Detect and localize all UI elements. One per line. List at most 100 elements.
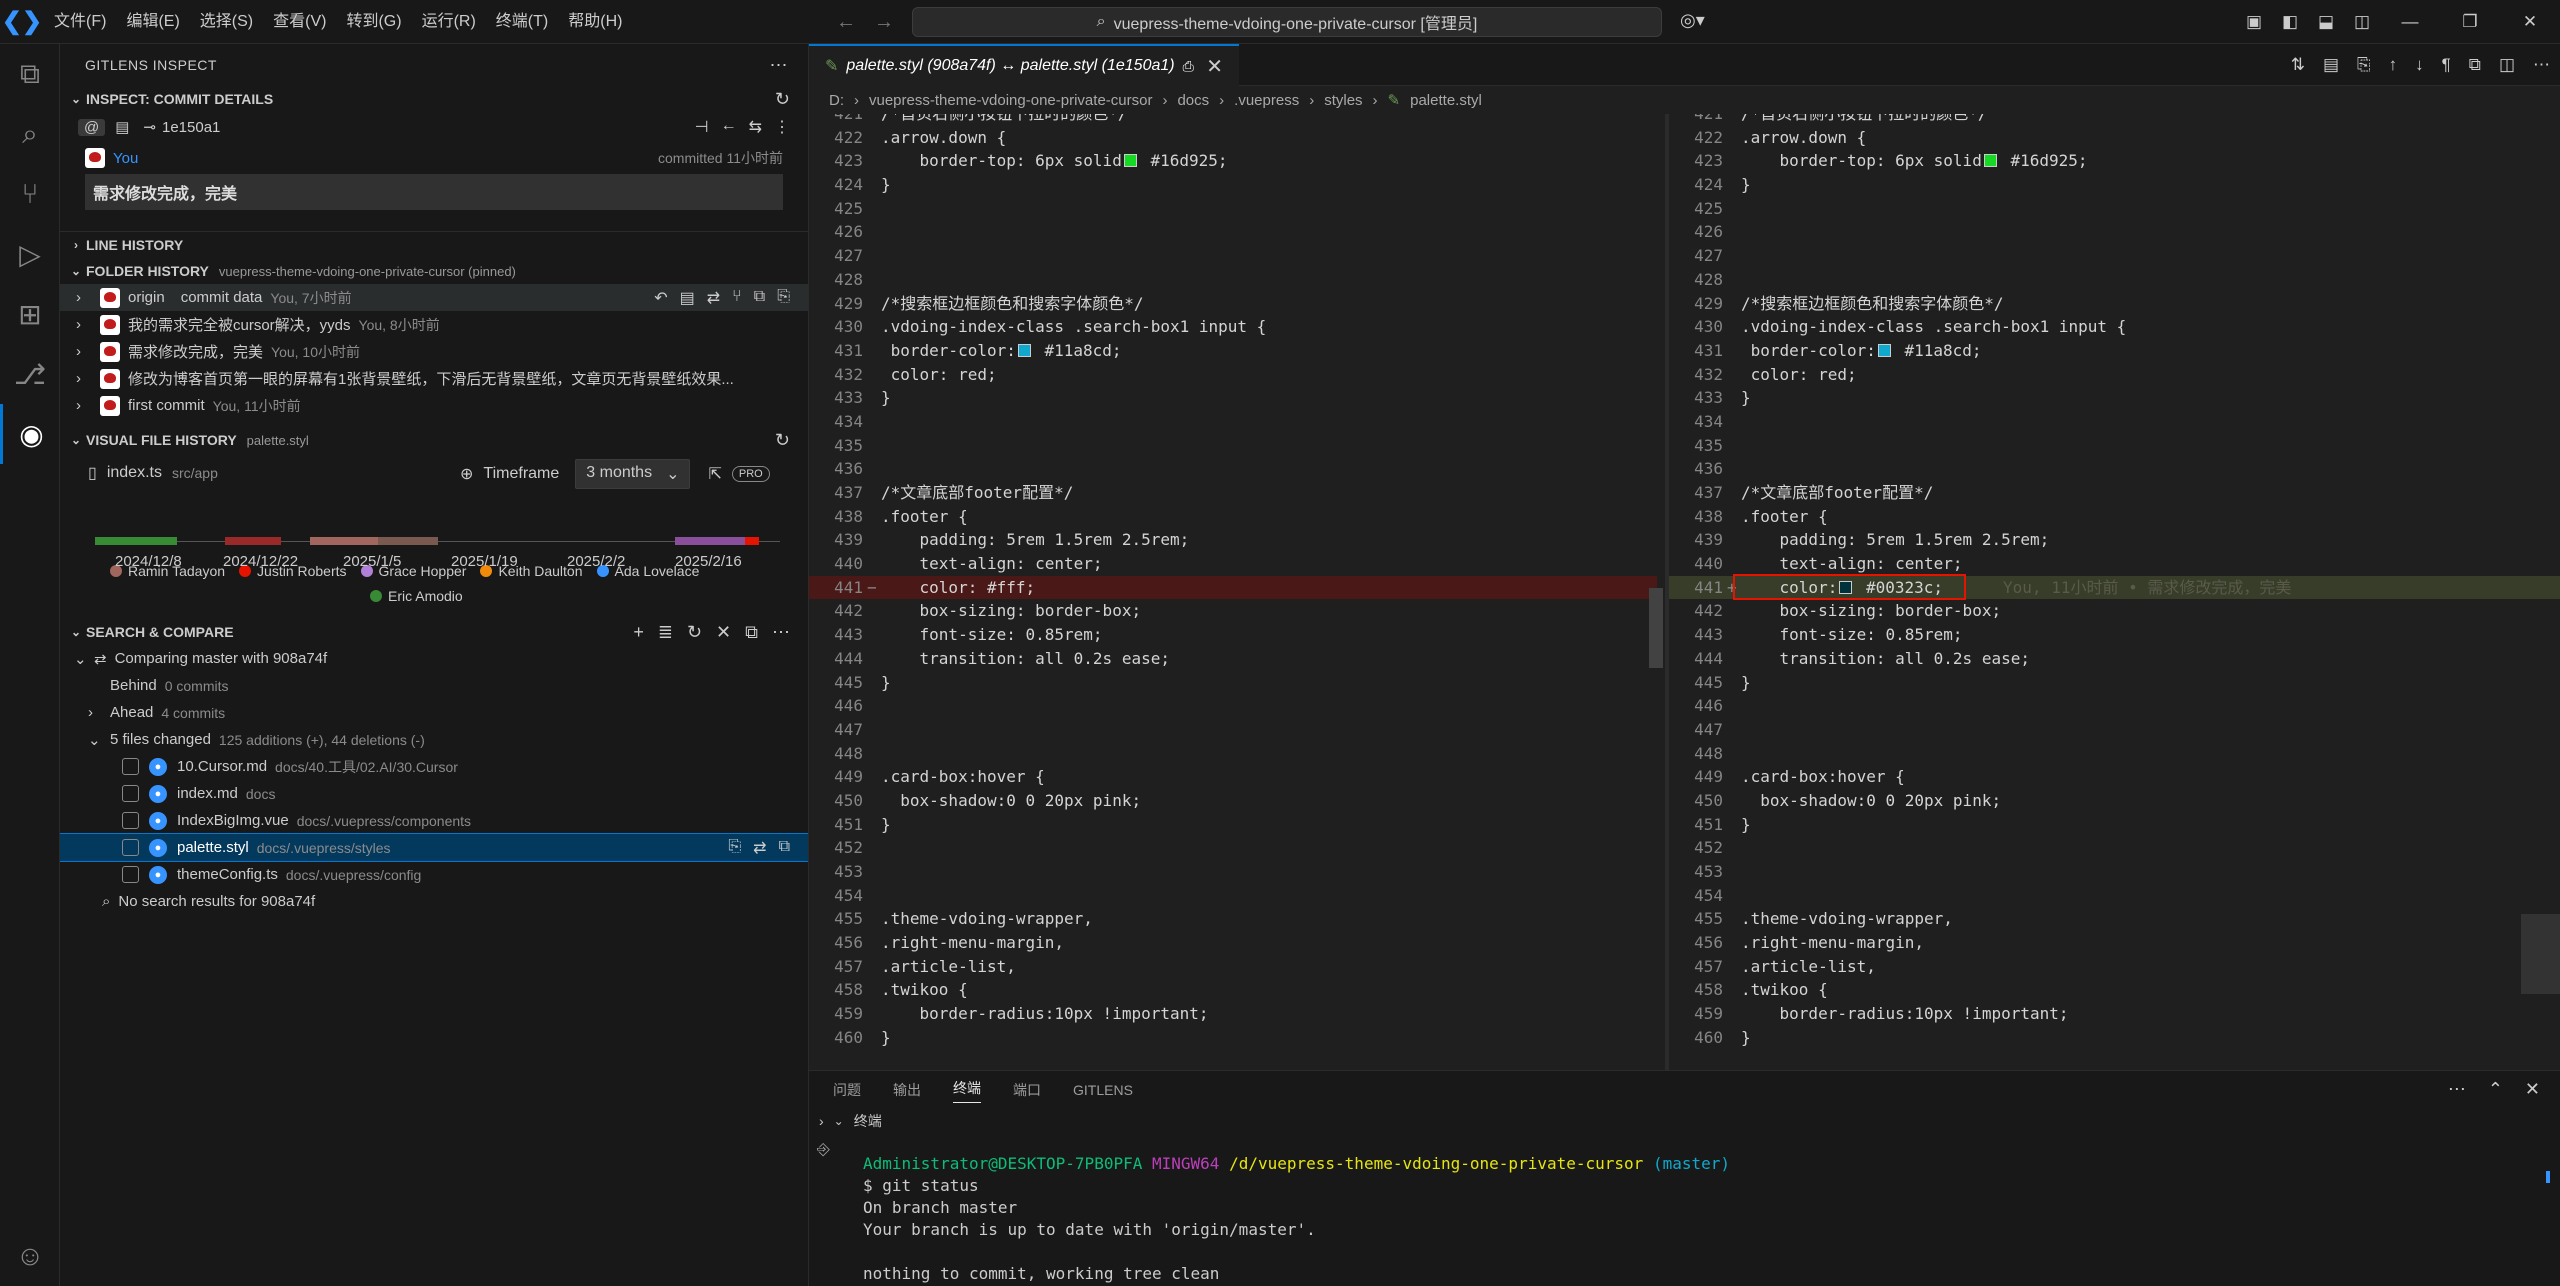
open-external-icon[interactable]: ⇱ — [708, 464, 721, 484]
visual-history-header[interactable]: ⌄ VISUAL FILE HISTORY palette.styl ↻ — [60, 427, 808, 453]
breadcrumb-item[interactable]: .vuepress — [1234, 92, 1299, 109]
pin-icon[interactable]: ⊣ — [695, 117, 709, 137]
explorer-icon[interactable]: ⧉ — [0, 44, 60, 104]
list-view-icon[interactable]: ≣ — [658, 622, 673, 643]
color-swatch[interactable] — [1983, 154, 1997, 168]
close-window-icon[interactable]: ✕ — [2500, 12, 2560, 32]
panel-tab[interactable]: 终端 — [953, 1078, 981, 1103]
changed-file-row[interactable]: ● palette.styl docs/.vuepress/styles ⎘ ⇄ ⧉ — [60, 833, 808, 862]
open-changes-icon[interactable]: ⎘ — [728, 838, 741, 858]
refresh-icon[interactable]: ↻ — [775, 89, 790, 110]
commit-sha[interactable]: 1e150a1 — [162, 119, 220, 136]
menu-item[interactable]: 文件(F) — [44, 0, 116, 44]
menu-item[interactable]: 终端(T) — [486, 0, 558, 44]
changed-file-row[interactable]: ● 10.Cursor.md docs/40.工具/02.AI/30.Cursor — [60, 753, 808, 780]
folder-history-item[interactable]: › origin commit data You, 7小时前 ↶ ▤ ⇄ ⑂ ⧉ ⎘ — [60, 284, 808, 311]
open-changes-icon[interactable]: ⇅ — [2291, 55, 2305, 75]
breadcrumb-item[interactable]: palette.styl — [1410, 92, 1482, 109]
more-icon[interactable]: ⋮ — [774, 117, 790, 137]
behind-row[interactable]: Behind 0 commits — [60, 672, 808, 699]
previous-change-icon[interactable]: ↑ — [2389, 55, 2398, 75]
file-checkbox[interactable] — [122, 758, 139, 775]
left-scrollbar[interactable] — [1649, 588, 1663, 668]
commit-details-header[interactable]: ⌄ INSPECT: COMMIT DETAILS ↻ — [60, 86, 808, 112]
back-arrow-icon[interactable]: ← — [836, 11, 856, 34]
chevron-right-icon[interactable]: › — [819, 1113, 824, 1129]
breadcrumb-item[interactable]: D: — [829, 92, 844, 109]
maximize-panel-icon[interactable]: ⌃ — [2488, 1079, 2503, 1100]
breadcrumb-item[interactable]: vuepress-theme-vdoing-one-private-cursor — [869, 92, 1152, 109]
account-icon[interactable]: ☺ — [0, 1226, 60, 1286]
copy-sha-icon[interactable]: ⎘ — [777, 288, 790, 308]
toggle-panel-icon[interactable]: ⬓ — [2308, 12, 2344, 32]
diff-left-pane[interactable]: 421 /*首页右侧小按钮下拉时的颜色*/ 422 .arrow.down {423 … — [809, 114, 1657, 1070]
panel-tab[interactable]: 输出 — [893, 1080, 921, 1100]
collapse-all-icon[interactable]: ⧉ — [745, 622, 758, 643]
minimap-slider[interactable] — [2521, 914, 2560, 994]
menu-item[interactable]: 查看(V) — [263, 0, 336, 44]
folder-history-item[interactable]: › first commit You, 11小时前 — [60, 392, 808, 419]
commit-author[interactable]: You — [113, 150, 138, 167]
color-swatch[interactable] — [1017, 343, 1031, 357]
timeframe-select[interactable]: 3 months ⌄ — [575, 459, 691, 489]
breadcrumb-item[interactable]: styles — [1324, 92, 1362, 109]
open-revision-icon[interactable]: ⎘ — [2357, 55, 2371, 75]
refresh-icon[interactable]: ↻ — [775, 430, 790, 451]
gitlens-icon[interactable]: ⎇ — [0, 344, 60, 404]
next-change-icon[interactable]: ↓ — [2415, 55, 2424, 75]
menu-item[interactable]: 转到(G) — [336, 0, 411, 44]
folder-history-item[interactable]: › 修改为博客首页第一眼的屏幕有1张背景壁纸，下滑后无背景壁纸，文章页无背景壁纸效… — [60, 365, 808, 392]
diff-tab[interactable]: ✎ palette.styl (908a74f) ↔ palette.styl … — [809, 44, 1239, 86]
file-checkbox[interactable] — [122, 785, 139, 802]
color-swatch[interactable] — [1123, 154, 1137, 168]
more-icon[interactable]: ⋯ — [772, 622, 790, 643]
menu-item[interactable]: 编辑(E) — [116, 0, 189, 44]
branch-icon[interactable]: ⑂ — [732, 288, 742, 308]
copy-icon[interactable]: ⧉ — [754, 288, 765, 308]
run-debug-icon[interactable]: ▷ — [0, 224, 60, 284]
back-icon[interactable]: ← — [721, 117, 737, 137]
toggle-secondary-sidebar-icon[interactable]: ◫ — [2344, 12, 2380, 32]
add-icon[interactable]: + — [633, 622, 644, 643]
terminal-icon[interactable]: ⎆ — [817, 1141, 830, 1159]
inline-view-icon[interactable]: ⧉ — [2469, 55, 2481, 75]
toggle-sidebar-icon[interactable]: ◧ — [2272, 12, 2308, 32]
color-swatch[interactable] — [1877, 343, 1891, 357]
files-changed-row[interactable]: ⌄ 5 files changed 125 additions (+), 44 … — [60, 726, 808, 753]
open-file-icon[interactable]: ▤ — [2323, 55, 2339, 75]
source-control-icon[interactable]: ⑂ — [0, 164, 60, 224]
files-mode-icon[interactable]: ▤ — [115, 118, 129, 136]
search-compare-header[interactable]: ⌄ SEARCH & COMPARE + ≣ ↻ ✕ ⧉ ⋯ — [60, 619, 808, 645]
menu-item[interactable]: 运行(R) — [412, 0, 486, 44]
undo-icon[interactable]: ↶ — [654, 288, 667, 308]
comparison-row[interactable]: ⌄ ⇄ Comparing master with 908a74f — [60, 645, 808, 672]
panel-tab[interactable]: GITLENS — [1073, 1082, 1133, 1098]
folder-history-header[interactable]: ⌄ FOLDER HISTORY vuepress-theme-vdoing-o… — [60, 258, 808, 284]
copy-icon[interactable]: ⧉ — [779, 838, 790, 858]
more-icon[interactable]: ⋯ — [2448, 1079, 2466, 1100]
chevron-down-icon[interactable]: ⌄ — [834, 1114, 844, 1128]
folder-history-item[interactable]: › 我的需求完全被cursor解决，yyds You, 8小时前 — [60, 311, 808, 338]
breadcrumb-item[interactable]: docs — [1177, 92, 1209, 109]
refresh-icon[interactable]: ↻ — [687, 622, 702, 643]
close-icon[interactable]: ✕ — [1206, 54, 1223, 79]
minimize-icon[interactable]: — — [2380, 12, 2440, 32]
changed-file-row[interactable]: ● index.md docs — [60, 780, 808, 807]
ahead-row[interactable]: › Ahead 4 commits — [60, 699, 808, 726]
compare-icon[interactable]: ⇄ — [707, 288, 720, 308]
file-checkbox[interactable] — [122, 866, 139, 883]
terminal-output[interactable]: Administrator@DESKTOP-7PB0PFA MINGW64 /d… — [809, 1133, 2560, 1285]
changed-file-row[interactable]: ● themeConfig.ts docs/.vuepress/config — [60, 861, 808, 888]
copilot-icon[interactable]: ◎▾ — [1680, 10, 1705, 31]
extensions-icon[interactable]: ⊞ — [0, 284, 60, 344]
search-icon[interactable]: ⌕ — [0, 104, 60, 164]
line-history-header[interactable]: › LINE HISTORY — [60, 232, 808, 258]
open-file-icon[interactable]: ▤ — [680, 288, 695, 308]
whitespace-icon[interactable]: ¶ — [2442, 55, 2451, 75]
panel-tab[interactable]: 端口 — [1013, 1080, 1041, 1100]
file-checkbox[interactable] — [122, 839, 139, 856]
file-checkbox[interactable] — [122, 812, 139, 829]
compare-icon[interactable]: ⇆ — [749, 117, 762, 137]
gitlens-inspect-icon[interactable]: ◉ — [0, 404, 60, 464]
menu-item[interactable]: 选择(S) — [190, 0, 263, 44]
